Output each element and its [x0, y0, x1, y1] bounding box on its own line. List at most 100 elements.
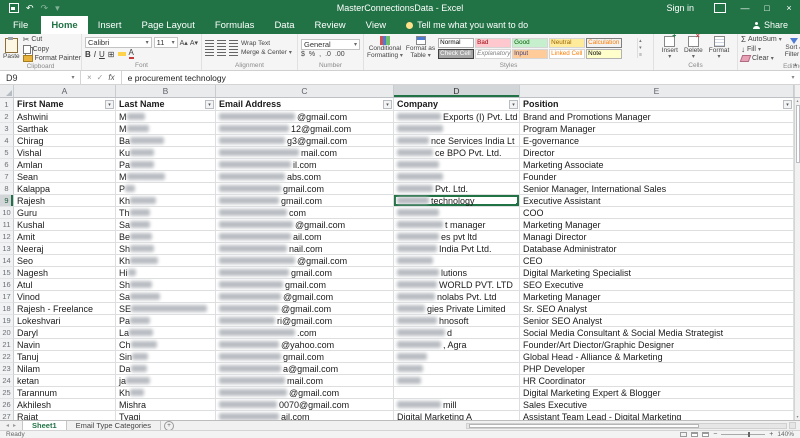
cell-first-name[interactable]: ketan: [14, 375, 116, 387]
style-good[interactable]: Good: [512, 38, 548, 48]
minimize-button[interactable]: —: [734, 0, 756, 16]
row-number[interactable]: 6: [0, 159, 14, 171]
cell-email[interactable]: @gmail.com: [216, 387, 394, 399]
zoom-in-button[interactable]: +: [769, 431, 773, 438]
insert-function-icon[interactable]: fx: [108, 73, 114, 82]
cell-last-name[interactable]: Ch: [116, 339, 216, 351]
redo-icon[interactable]: ↷: [41, 0, 49, 16]
cell-last-name[interactable]: Tyagi: [116, 411, 216, 420]
cell-last-name[interactable]: Pa: [116, 315, 216, 327]
borders-button[interactable]: ⊞: [108, 50, 115, 59]
cell-last-name[interactable]: La: [116, 327, 216, 339]
tab-insert[interactable]: Insert: [88, 16, 132, 34]
align-left-icon[interactable]: [205, 49, 214, 57]
cell-position[interactable]: Director: [520, 147, 794, 159]
cell-company[interactable]: nolabs Pvt. Ltd: [394, 291, 520, 303]
zoom-slider-thumb[interactable]: [748, 432, 750, 437]
cell-first-name[interactable]: Akhilesh: [14, 399, 116, 411]
cell-company[interactable]: d: [394, 327, 520, 339]
style-bad[interactable]: Bad: [475, 38, 511, 48]
cell-email[interactable]: a@gmail.com: [216, 363, 394, 375]
cell-company[interactable]: mill: [394, 399, 520, 411]
cell-position[interactable]: SEO Executive: [520, 279, 794, 291]
cell-company[interactable]: [394, 351, 520, 363]
cell-last-name[interactable]: Kh: [116, 387, 216, 399]
row-number[interactable]: 19: [0, 315, 14, 327]
cell-first-name[interactable]: Rajat: [14, 411, 116, 420]
cell-last-name[interactable]: Sa: [116, 219, 216, 231]
cell-position[interactable]: Sales Executive: [520, 399, 794, 411]
cell-email[interactable]: abs.com: [216, 171, 394, 183]
cell-company[interactable]: [394, 387, 520, 399]
tab-home[interactable]: Home: [41, 16, 87, 34]
number-button-[interactable]: %: [309, 51, 315, 58]
cell-last-name[interactable]: Kh: [116, 195, 216, 207]
cell-email[interactable]: ail.com: [216, 231, 394, 243]
cell-position[interactable]: Brand and Promotions Manager: [520, 111, 794, 123]
cell-first-name[interactable]: Atul: [14, 279, 116, 291]
row-number[interactable]: 22: [0, 351, 14, 363]
cell-position[interactable]: Executive Assistant: [520, 195, 794, 207]
row-number[interactable]: 4: [0, 135, 14, 147]
align-middle-icon[interactable]: [217, 40, 226, 48]
cell-first-name[interactable]: Tarannum: [14, 387, 116, 399]
cancel-icon[interactable]: ×: [87, 73, 92, 82]
cell-email[interactable]: mail.com: [216, 147, 394, 159]
cell-company[interactable]: ce BPO Pvt. Ltd.: [394, 147, 520, 159]
cell-company[interactable]: hnosoft: [394, 315, 520, 327]
row-number[interactable]: 12: [0, 231, 14, 243]
cell-first-name[interactable]: Vinod: [14, 291, 116, 303]
number-button-[interactable]: $: [301, 51, 305, 58]
cell-company[interactable]: Pvt. Ltd.: [394, 183, 520, 195]
cell-last-name[interactable]: Kh: [116, 255, 216, 267]
name-box[interactable]: D9: [0, 71, 66, 84]
tab-data[interactable]: Data: [264, 16, 304, 34]
new-sheet-button[interactable]: +: [161, 421, 177, 430]
font-family-select[interactable]: Calibri▾: [85, 37, 152, 48]
delete-cells-button[interactable]: Delete▾: [684, 36, 703, 61]
cell-email[interactable]: g3@gmail.com: [216, 135, 394, 147]
cell-last-name[interactable]: Sin: [116, 351, 216, 363]
paste-button[interactable]: Paste: [3, 38, 20, 60]
align-center-icon[interactable]: [217, 49, 226, 57]
cell-first-name[interactable]: Vishal: [14, 147, 116, 159]
number-button-0[interactable]: .0: [325, 51, 331, 58]
zoom-level[interactable]: 140%: [777, 431, 794, 438]
tab-file[interactable]: File: [0, 16, 41, 34]
cell-email[interactable]: gmail.com: [216, 267, 394, 279]
row-number[interactable]: 25: [0, 387, 14, 399]
row-number[interactable]: 9: [0, 195, 14, 207]
row-number[interactable]: 3: [0, 123, 14, 135]
cell-position[interactable]: Marketing Associate: [520, 159, 794, 171]
autosum-button[interactable]: ΣAutoSum▾: [741, 35, 782, 44]
row-number[interactable]: 15: [0, 267, 14, 279]
cell-first-name[interactable]: Rajesh: [14, 195, 116, 207]
format-cells-button[interactable]: Format▾: [709, 36, 730, 61]
cell-first-name[interactable]: Navin: [14, 339, 116, 351]
row-number[interactable]: 7: [0, 171, 14, 183]
tab-view[interactable]: View: [356, 16, 396, 34]
cell-last-name[interactable]: P: [116, 183, 216, 195]
cell-company[interactable]: [394, 363, 520, 375]
cell-last-name[interactable]: Sa: [116, 291, 216, 303]
cell-first-name[interactable]: Seo: [14, 255, 116, 267]
cell-last-name[interactable]: Sh: [116, 243, 216, 255]
column-header-B[interactable]: B: [116, 85, 216, 97]
cell-last-name[interactable]: M: [116, 123, 216, 135]
style-note[interactable]: Note: [586, 49, 622, 59]
cell-email[interactable]: @gmail.com: [216, 291, 394, 303]
tab-review[interactable]: Review: [305, 16, 356, 34]
select-all-corner[interactable]: [0, 85, 14, 97]
cell-email[interactable]: .com: [216, 327, 394, 339]
style-normal[interactable]: Normal: [438, 38, 474, 48]
vertical-scroll-thumb[interactable]: [796, 105, 800, 163]
wrap-text-button[interactable]: Wrap Text: [241, 40, 270, 47]
format-as-table-button[interactable]: Format asTable ▾: [406, 36, 435, 60]
formula-input[interactable]: e procurement technology: [122, 73, 786, 83]
style-calculation[interactable]: Calculation: [586, 38, 622, 48]
cell-last-name[interactable]: SE: [116, 303, 216, 315]
cell-email[interactable]: 12@gmail.com: [216, 123, 394, 135]
sheet-grid[interactable]: 1First Name▾Last Name▾Email Address▾Comp…: [0, 98, 800, 420]
cell-position[interactable]: Social Media Consultant & Social Media S…: [520, 327, 794, 339]
cell-email[interactable]: gmail.com: [216, 351, 394, 363]
